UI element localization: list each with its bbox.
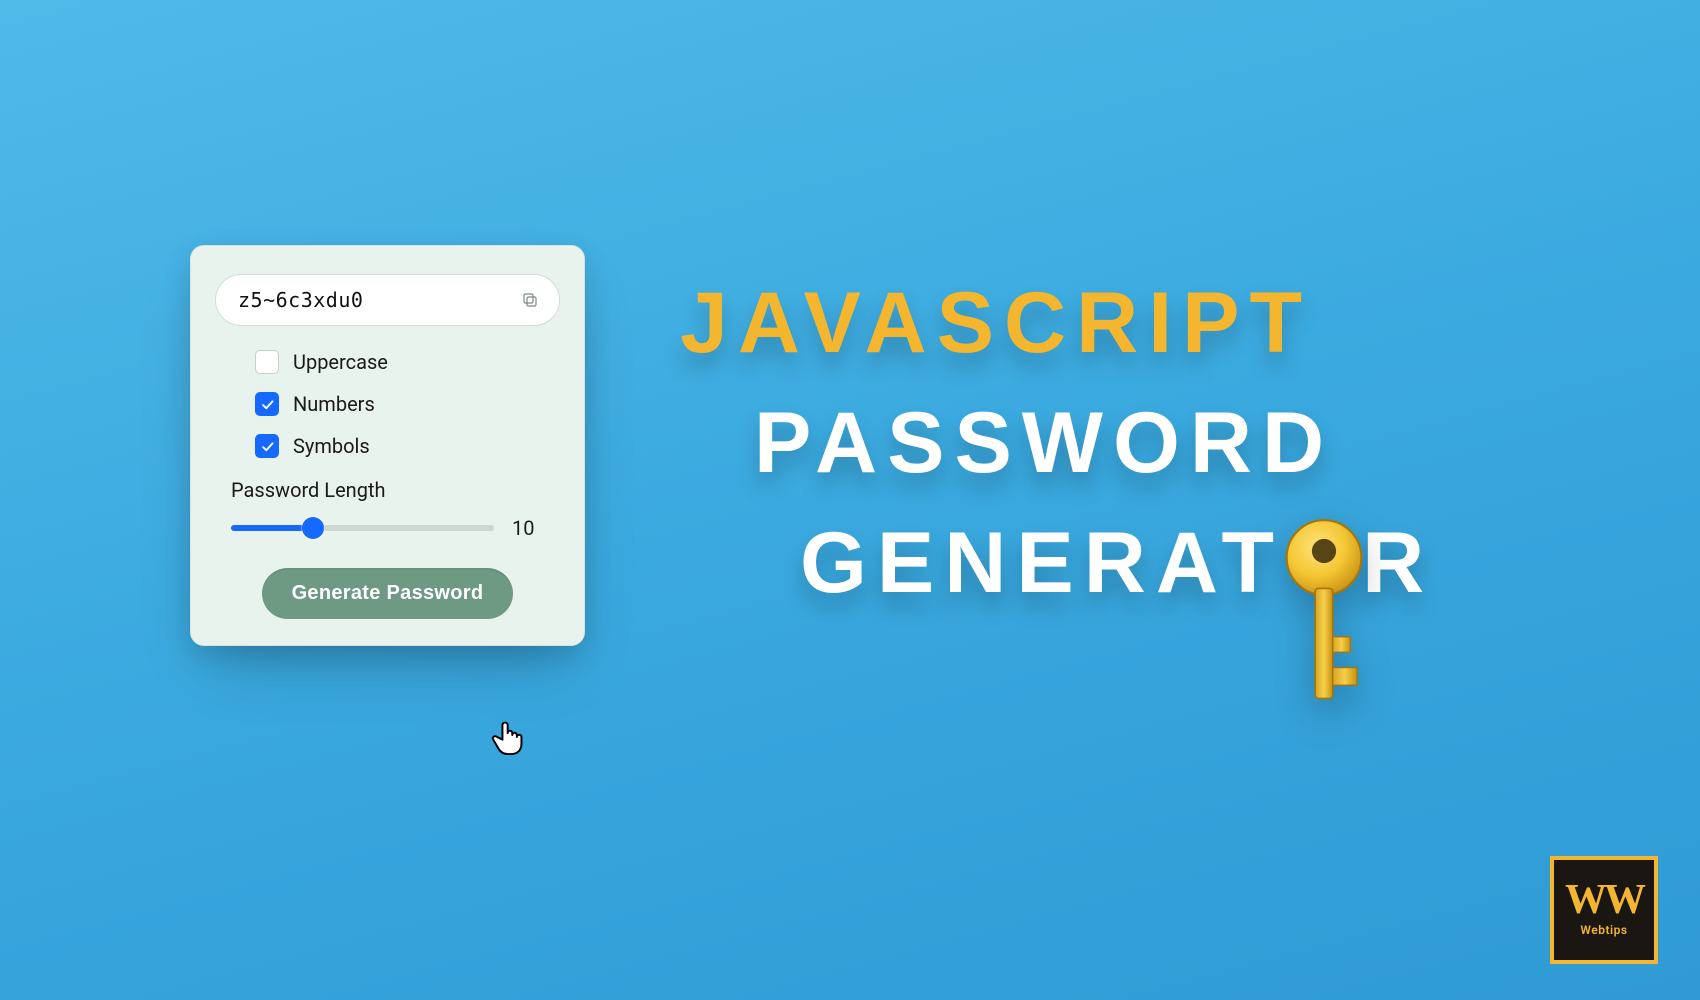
webtips-logo-text: Webtips (1580, 923, 1627, 937)
password-generator-card: z5~6c3xdu0 Uppercase Numbers Symbols Pas… (190, 245, 585, 646)
cursor-hand-icon (488, 716, 530, 758)
webtips-logo: WW Webtips (1550, 856, 1658, 964)
option-symbols[interactable]: Symbols (255, 434, 560, 458)
length-slider-label: Password Length (231, 478, 544, 502)
headline-line-2: PASSWORD (754, 400, 1434, 486)
generate-button[interactable]: Generate Password (262, 568, 514, 619)
copy-icon[interactable] (519, 289, 541, 311)
headline-line-3-post: R (1362, 520, 1434, 606)
password-output-field: z5~6c3xdu0 (215, 274, 560, 326)
length-slider-block: Password Length 10 (231, 478, 544, 540)
length-slider-thumb[interactable] (302, 517, 324, 539)
checkbox-symbols[interactable] (255, 434, 279, 458)
headline-line-3: GENERAT (800, 520, 1434, 606)
option-label: Symbols (293, 434, 370, 458)
length-slider-value: 10 (512, 516, 544, 540)
option-label: Numbers (293, 392, 375, 416)
key-icon (1280, 518, 1368, 716)
option-label: Uppercase (293, 350, 388, 374)
webtips-logo-mark: WW (1565, 883, 1643, 919)
headline: JAVASCRIPT PASSWORD GENERAT (680, 280, 1434, 606)
checkbox-numbers[interactable] (255, 392, 279, 416)
length-slider-fill (231, 525, 313, 531)
headline-line-1: JAVASCRIPT (680, 280, 1434, 366)
length-slider[interactable] (231, 525, 494, 531)
option-uppercase[interactable]: Uppercase (255, 350, 560, 374)
options-list: Uppercase Numbers Symbols (255, 350, 560, 458)
checkbox-uppercase[interactable] (255, 350, 279, 374)
option-numbers[interactable]: Numbers (255, 392, 560, 416)
password-output-value: z5~6c3xdu0 (238, 288, 509, 312)
headline-line-3-pre: GENERAT (800, 520, 1284, 606)
